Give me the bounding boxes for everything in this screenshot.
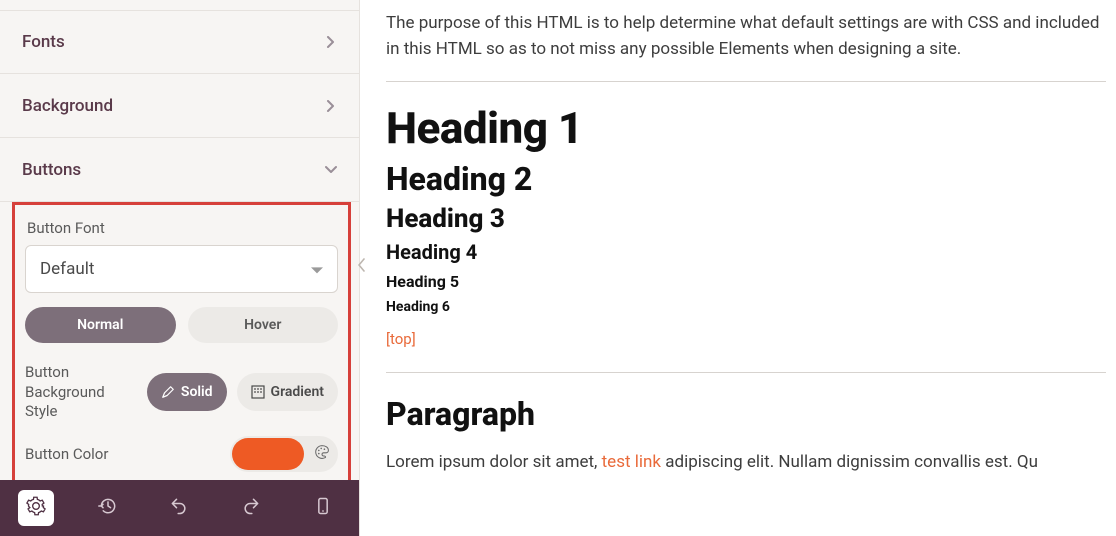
history-icon bbox=[98, 496, 118, 520]
bg-style-solid[interactable]: Solid bbox=[147, 373, 227, 411]
button-color-row: Button Color bbox=[25, 428, 338, 472]
tab-hover[interactable]: Hover bbox=[188, 307, 339, 343]
chevron-down-icon bbox=[325, 164, 337, 176]
pencil-icon bbox=[161, 385, 175, 399]
button-font-select[interactable]: Default bbox=[25, 245, 338, 293]
undo-icon bbox=[169, 496, 189, 520]
paragraph-text: Lorem ipsum dolor sit amet, bbox=[386, 452, 602, 472]
history-button[interactable] bbox=[90, 490, 126, 526]
device-preview-button[interactable] bbox=[305, 490, 341, 526]
palette-icon bbox=[314, 444, 330, 464]
settings-button[interactable] bbox=[18, 490, 54, 526]
bg-style-label: Button Background Style bbox=[25, 363, 139, 422]
divider bbox=[386, 372, 1106, 373]
heading-5: Heading 5 bbox=[386, 272, 1106, 291]
heading-1: Heading 1 bbox=[386, 102, 1106, 154]
section-fonts[interactable]: Fonts bbox=[0, 10, 359, 74]
palette-button[interactable] bbox=[308, 440, 336, 468]
color-swatch[interactable] bbox=[232, 438, 304, 470]
undo-button[interactable] bbox=[161, 490, 197, 526]
bg-style-gradient[interactable]: Gradient bbox=[237, 373, 338, 411]
heading-2: Heading 2 bbox=[386, 160, 1106, 198]
paragraph-body: Lorem ipsum dolor sit amet, test link ad… bbox=[386, 449, 1106, 475]
collapse-sidebar-button[interactable] bbox=[355, 252, 369, 280]
button-color-label: Button Color bbox=[25, 445, 108, 463]
divider bbox=[386, 81, 1106, 82]
bg-style-row: Button Background Style Solid bbox=[25, 357, 338, 428]
section-label: Buttons bbox=[22, 160, 81, 180]
gradient-icon bbox=[251, 385, 265, 399]
button-font-label: Button Font bbox=[27, 219, 338, 237]
bottom-toolbar bbox=[0, 480, 359, 536]
section-buttons[interactable]: Buttons bbox=[0, 138, 359, 202]
phone-icon bbox=[313, 496, 333, 520]
chevron-left-icon bbox=[358, 257, 366, 276]
heading-3: Heading 3 bbox=[386, 204, 1106, 234]
state-tabs: Normal Hover bbox=[25, 307, 338, 343]
paragraph-text: adipiscing elit. Nullam dignissim conval… bbox=[661, 452, 1038, 472]
paragraph-heading: Paragraph bbox=[386, 395, 1106, 433]
preview-pane: The purpose of this HTML is to help dete… bbox=[360, 0, 1116, 536]
redo-button[interactable] bbox=[233, 490, 269, 526]
section-label: Background bbox=[22, 96, 113, 116]
caret-down-icon bbox=[311, 260, 323, 279]
section-label: Fonts bbox=[22, 32, 65, 52]
buttons-panel: Button Font Default Normal Hover Button … bbox=[12, 202, 351, 480]
heading-6: Heading 6 bbox=[386, 299, 1106, 315]
tab-normal[interactable]: Normal bbox=[25, 307, 176, 343]
chevron-right-icon bbox=[325, 100, 337, 112]
sidebar: Fonts Background Buttons Button Font bbox=[0, 0, 360, 536]
section-background[interactable]: Background bbox=[0, 74, 359, 138]
redo-icon bbox=[241, 496, 261, 520]
select-value: Default bbox=[40, 259, 94, 279]
chevron-right-icon bbox=[325, 36, 337, 48]
heading-4: Heading 4 bbox=[386, 240, 1106, 264]
top-link[interactable]: [top] bbox=[386, 330, 416, 348]
intro-text: The purpose of this HTML is to help dete… bbox=[386, 10, 1106, 63]
seg-label: Solid bbox=[181, 384, 213, 400]
seg-label: Gradient bbox=[271, 384, 324, 400]
gear-icon bbox=[26, 496, 46, 520]
test-link[interactable]: test link bbox=[602, 452, 661, 472]
